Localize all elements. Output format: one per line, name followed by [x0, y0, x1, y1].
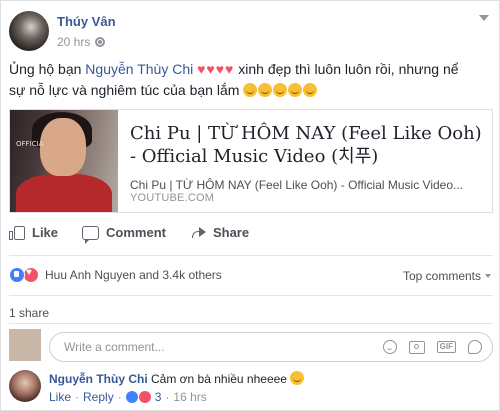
comment-meta: Like · Reply · 3 · 16 hrs [49, 390, 207, 404]
comment-reply-button[interactable]: Reply [83, 390, 114, 404]
post-text-line2: sự nỗ lực và nghiêm túc của bạn lắm [9, 82, 240, 98]
mention-link[interactable]: Nguyễn Thùy Chi [85, 61, 193, 77]
commenter-avatar[interactable] [9, 370, 41, 402]
separator-dot: · [75, 390, 80, 404]
author-name[interactable]: Thúy Vân [57, 14, 116, 29]
like-button[interactable]: Like [9, 225, 58, 240]
divider [9, 323, 493, 324]
comment-sort-dropdown[interactable]: Top comments [403, 269, 491, 283]
comment-label: Comment [106, 225, 166, 240]
thumbnail-face [40, 118, 86, 176]
link-title[interactable]: Chi Pu | TỪ HÔM NAY (Feel Like Ooh) - Of… [130, 122, 482, 168]
gif-icon[interactable]: GIF [436, 341, 456, 353]
kiss-emoji-icon [243, 83, 258, 97]
share-arrow-icon [190, 226, 206, 240]
thumbs-up-icon [9, 225, 25, 240]
chevron-down-icon[interactable] [479, 15, 489, 21]
comment-icon [82, 225, 100, 244]
facebook-post: Thúy Vân 20 hrs Ủng hộ bạn Nguyễn Thùy C… [0, 0, 500, 411]
comment-time[interactable]: 16 hrs [173, 390, 206, 404]
kiss-emoji-icon [273, 83, 288, 97]
commenter-name[interactable]: Nguyễn Thùy Chi [49, 372, 148, 386]
comment-item: Nguyễn Thùy Chi Cảm ơn bà nhiều nheeee [49, 371, 305, 386]
thumbnail-text: OFFICIA [16, 140, 44, 148]
comment-like-button[interactable]: Like [49, 390, 71, 404]
caret-down-icon [485, 274, 491, 278]
sticker-icon[interactable] [468, 340, 482, 354]
link-domain: YOUTUBE.COM [130, 192, 215, 204]
comment-sort-label: Top comments [402, 269, 481, 283]
comment-reaction-count[interactable]: 3 [155, 390, 162, 404]
kiss-emoji-icon [258, 83, 273, 97]
separator-dot: · [117, 390, 122, 404]
video-thumbnail[interactable]: OFFICIA [10, 110, 118, 212]
share-count[interactable]: 1 share [9, 306, 49, 320]
comment-button[interactable]: Comment [82, 225, 166, 244]
comment-text: Cảm ơn bà nhiều nheeee [147, 372, 287, 386]
globe-icon [95, 37, 106, 47]
divider [9, 255, 493, 256]
post-body: Ủng hộ bạn Nguyễn Thùy Chi ♥♥♥♥ xinh đẹp… [9, 59, 493, 101]
reactions-text: Huu Anh Nguyen and 3.4k others [45, 268, 222, 282]
love-reaction-icon [23, 267, 39, 283]
composer-icons: GIF [382, 340, 482, 354]
smile-emoji-icon [290, 371, 305, 385]
author-avatar[interactable] [9, 11, 49, 51]
separator-dot: · [165, 390, 170, 404]
share-button[interactable]: Share [190, 225, 249, 240]
link-description: Chi Pu | TỪ HÔM NAY (Feel Like Ooh) - Of… [130, 178, 464, 192]
like-reaction-icon [125, 391, 138, 403]
current-user-avatar [9, 329, 41, 361]
post-time[interactable]: 20 hrs [57, 35, 90, 49]
post-text-prefix: Ủng hộ bạn [9, 61, 86, 77]
share-label: Share [212, 225, 250, 240]
link-card-body: Chi Pu | TỪ HÔM NAY (Feel Like Ooh) - Of… [118, 110, 492, 212]
emoji-icon[interactable] [382, 340, 397, 354]
post-timestamp-row: 20 hrs [57, 35, 106, 49]
reactions-summary[interactable]: Huu Anh Nguyen and 3.4k others [9, 267, 222, 283]
divider [9, 295, 493, 296]
like-label: Like [32, 225, 59, 240]
thumbnail-dress [16, 174, 112, 212]
camera-icon[interactable] [408, 340, 425, 354]
link-preview-card[interactable]: OFFICIA Chi Pu | TỪ HÔM NAY (Feel Like O… [9, 109, 493, 213]
comment-composer[interactable]: GIF [49, 332, 493, 362]
post-text-mid: xinh đẹp thì luôn luôn rồi, nhưng nể [234, 61, 459, 77]
comment-input[interactable] [62, 339, 376, 355]
love-reaction-icon [138, 391, 151, 403]
kiss-emoji-icon [288, 83, 303, 97]
heart-emojis: ♥♥♥♥ [197, 61, 235, 77]
kiss-emoji-icon [303, 83, 318, 97]
like-reaction-icon [9, 267, 25, 283]
post-actions-bar: Like Comment Share [9, 225, 273, 244]
